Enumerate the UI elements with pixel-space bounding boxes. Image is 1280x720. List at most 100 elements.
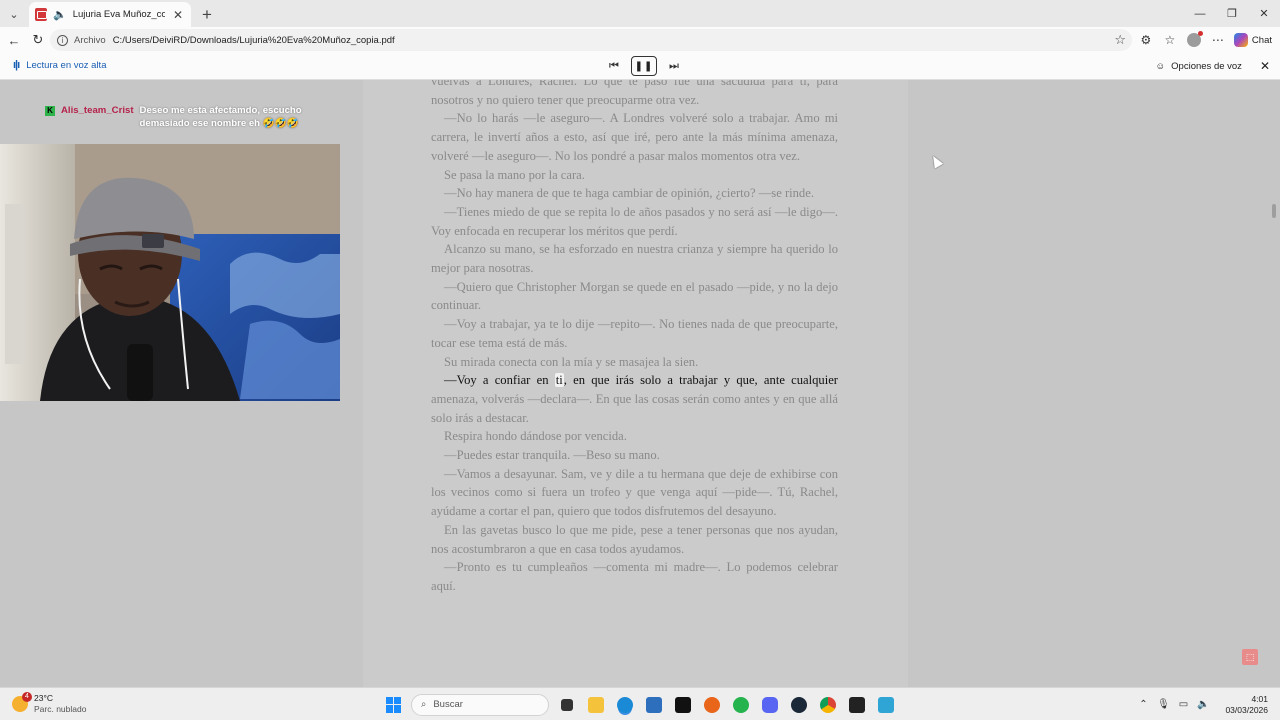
current-word: ti — [554, 373, 564, 388]
chat-badge-icon: K — [45, 106, 55, 116]
read-aloud-text: Lectura en voz alta — [26, 59, 107, 71]
highlight-rest: amenaza, volverás —declara—. En que las … — [431, 391, 838, 425]
chrome-icon[interactable] — [813, 692, 842, 717]
discord-icon[interactable] — [755, 692, 784, 717]
read-aloud-current-line: —Voy a confiar en ti, en que irás solo a… — [444, 373, 838, 388]
adobe-pdf-icon[interactable]: ⬚ — [1242, 649, 1258, 665]
scrollbar-thumb[interactable] — [1272, 204, 1276, 218]
url-text[interactable]: C:/Users/DeiviRD/Downloads/Lujuria%20Eva… — [113, 35, 395, 46]
read-aloud-bar: ı|ı Lectura en voz alta ⏮ ❚❚ ⏭ ☺ Opcione… — [0, 53, 1280, 80]
weather-badge: 4 — [22, 692, 32, 702]
highlighted-paragraph: —Voy a confiar en ti, en que irás solo a… — [431, 371, 838, 427]
whatsapp-icon[interactable] — [726, 692, 755, 717]
notepad-icon[interactable] — [871, 692, 900, 717]
taskbar-apps: ⌕ Buscar — [379, 692, 900, 717]
close-tab-icon[interactable]: ✕ — [171, 8, 185, 22]
paragraph: —Pronto es tu cumpleaños —comenta mi mad… — [431, 560, 838, 593]
windows-icon — [385, 696, 402, 713]
info-icon[interactable]: i — [57, 34, 68, 46]
edge-icon[interactable] — [610, 692, 639, 717]
voice-options-label: Opciones de voz — [1171, 60, 1242, 72]
page-text: vuelvas a Londres, Rachel. Lo que te pas… — [431, 80, 838, 596]
window-controls: — ❐ ✕ — [1184, 0, 1280, 27]
display-icon[interactable]: ▭ — [1173, 699, 1193, 710]
volume-icon[interactable]: 🔈 — [1193, 699, 1213, 710]
search-icon: ⌕ — [421, 699, 427, 710]
paragraph: Alcanzo su mano, se ha esforzado en nues… — [431, 242, 838, 276]
clock-date: 03/03/2026 — [1225, 704, 1268, 715]
toolbar-right: ⚙ ☆ ⋯ Chat — [1134, 27, 1280, 53]
highlight-before: —Voy a confiar en — [444, 373, 555, 388]
file-explorer-icon[interactable] — [581, 692, 610, 717]
favorites-icon[interactable]: ☆ — [1158, 33, 1182, 47]
read-aloud-icon: ı|ı — [13, 59, 20, 71]
system-tray: ⌃ 🎙 ▭ 🔈 4:01 03/03/2026 — [1133, 688, 1280, 720]
search-placeholder: Buscar — [433, 699, 463, 710]
back-button[interactable]: ← — [2, 29, 26, 51]
favorite-star-icon[interactable]: ☆ — [1114, 32, 1126, 48]
copilot-chat-button[interactable]: Chat — [1230, 33, 1280, 47]
start-button[interactable] — [379, 692, 408, 717]
capcut-icon[interactable] — [668, 692, 697, 717]
paragraph: En las gavetas busco lo que me pide, pes… — [431, 522, 838, 556]
tab-title: Lujuria Eva Muñoz_copia.pdf — [72, 9, 165, 20]
pause-button[interactable]: ❚❚ — [631, 56, 657, 76]
epic-games-icon[interactable] — [842, 692, 871, 717]
more-menu-icon[interactable]: ⋯ — [1206, 33, 1230, 47]
chat-message-text: Deseo me esta afectamdo, escucho demasia… — [139, 105, 302, 129]
paragraph: —No lo harás —le aseguro—. A Londres vol… — [431, 111, 838, 163]
paragraph: —No hay manera de que te haga cambiar de… — [444, 186, 814, 201]
previous-icon[interactable]: ⏮ — [605, 56, 623, 76]
paragraph: —Voy a trabajar, ya te lo dije —repito—.… — [431, 317, 838, 350]
tab-strip: ⌄ 🔈 Lujuria Eva Muñoz_copia.pdf ✕ + — ❐ … — [0, 0, 1280, 27]
paragraph: Respira hondo dándose por vencida. — [444, 429, 627, 444]
app-icon[interactable] — [697, 692, 726, 717]
weather-temp: 23°C — [34, 693, 53, 703]
new-tab-button[interactable]: + — [194, 2, 220, 27]
playback-controls: ⏮ ❚❚ ⏭ — [605, 56, 683, 76]
restore-button[interactable]: ❐ — [1216, 0, 1248, 27]
paragraph: —Vamos a desayunar. Sam, ve y dile a tu … — [431, 466, 838, 519]
taskbar: 4 23°C Parc. nublado ⌕ Buscar ⌃ 🎙 ▭ 🔈 4:… — [0, 687, 1280, 720]
paragraph: vuelvas a Londres, Rachel. Lo que te pas… — [431, 80, 838, 107]
minimize-button[interactable]: — — [1184, 0, 1216, 27]
voice-options-icon: ☺ — [1155, 60, 1166, 72]
steam-icon[interactable] — [784, 692, 813, 717]
browser-tab[interactable]: 🔈 Lujuria Eva Muñoz_copia.pdf ✕ — [29, 2, 191, 27]
show-hidden-icons[interactable]: ⌃ — [1133, 699, 1153, 710]
weather-condition: Parc. nublado — [34, 704, 87, 714]
webcam-image — [0, 144, 340, 401]
paragraph: Su mirada conecta con la mía y se masaje… — [444, 354, 699, 369]
refresh-button[interactable]: ↻ — [26, 29, 50, 51]
extensions-icon[interactable]: ⚙ — [1134, 33, 1158, 47]
task-view-icon[interactable] — [552, 692, 581, 717]
scheme-label: Archivo — [74, 34, 106, 46]
close-read-aloud-icon[interactable]: ✕ — [1260, 59, 1270, 73]
next-icon[interactable]: ⏭ — [665, 56, 683, 76]
paragraph: —Tienes miedo de que se repita lo de año… — [431, 204, 838, 238]
microphone-icon[interactable]: 🎙 — [1153, 699, 1173, 710]
copilot-label: Chat — [1251, 34, 1272, 46]
clock[interactable]: 4:01 03/03/2026 — [1213, 694, 1280, 716]
voice-options[interactable]: ☺ Opciones de voz ✕ — [1155, 59, 1270, 73]
address-toolbar: ← ↻ i Archivo C:/Users/DeiviRD/Downloads… — [0, 27, 1280, 53]
weather-icon: 4 — [12, 692, 32, 712]
webcam-feed — [0, 144, 340, 401]
store-icon[interactable] — [639, 692, 668, 717]
weather-widget[interactable]: 4 23°C Parc. nublado — [12, 692, 87, 715]
stream-chat-message: K Alis_team_Crist Deseo me esta afectamd… — [45, 105, 315, 130]
read-aloud-label: ı|ı Lectura en voz alta — [13, 59, 106, 71]
clock-time: 4:01 — [1251, 693, 1268, 704]
pdf-file-icon — [35, 8, 47, 21]
profile-avatar[interactable] — [1182, 31, 1206, 47]
pdf-page: vuelvas a Londres, Rachel. Lo que te pas… — [363, 80, 908, 687]
speaker-icon[interactable]: 🔈 — [53, 8, 67, 21]
chat-username: Alis_team_Crist — [61, 105, 134, 116]
tab-list-button[interactable]: ⌄ — [3, 3, 25, 25]
address-field[interactable]: i Archivo C:/Users/DeiviRD/Downloads/Luj… — [50, 29, 1132, 51]
taskbar-search[interactable]: ⌕ Buscar — [411, 693, 549, 716]
close-window-button[interactable]: ✕ — [1248, 0, 1280, 27]
paragraph: Se pasa la mano por la cara. — [444, 167, 585, 182]
highlight-after: , en que irás solo a trabajar y que, ant… — [563, 373, 838, 388]
paragraph: —Quiero que Christopher Morgan se quede … — [431, 279, 838, 313]
